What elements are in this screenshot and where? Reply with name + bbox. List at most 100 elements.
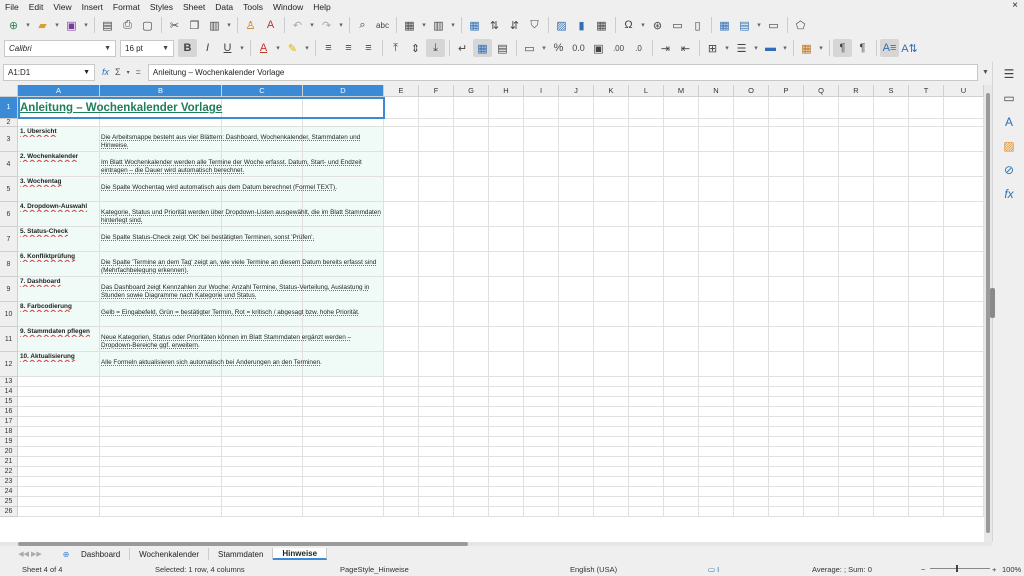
chevron-down-icon[interactable]: ▾ xyxy=(540,39,548,57)
row-header[interactable]: 11 xyxy=(0,327,18,352)
chevron-down-icon[interactable]: ▾ xyxy=(337,16,345,34)
sum-average[interactable]: Average: ; Sum: 0 xyxy=(812,565,872,574)
row-header[interactable]: 6 xyxy=(0,202,18,227)
column-header-i[interactable]: I xyxy=(524,85,559,97)
close-document-icon[interactable]: × xyxy=(1012,0,1018,11)
functions-icon[interactable]: fx xyxy=(993,182,1024,206)
chevron-down-icon[interactable]: ▾ xyxy=(308,16,316,34)
column-header-n[interactable]: N xyxy=(699,85,734,97)
chevron-down-icon[interactable]: ▾ xyxy=(817,39,825,57)
percent-format-icon[interactable]: % xyxy=(549,39,568,57)
cut-icon[interactable]: ✂ xyxy=(165,16,184,34)
row-header[interactable]: 8 xyxy=(0,252,18,277)
tab-dashboard[interactable]: Dashboard xyxy=(72,548,131,560)
properties-icon[interactable]: ▭ xyxy=(993,86,1024,110)
special-character-icon[interactable]: Ω xyxy=(619,16,638,34)
instruction-description[interactable]: Gelb = Eingabefeld, Grün = bestätigter T… xyxy=(101,309,383,326)
comment-icon[interactable]: ▭ xyxy=(668,16,687,34)
row-header[interactable]: 9 xyxy=(0,277,18,302)
clear-formatting-icon[interactable]: A xyxy=(261,16,280,34)
zoom-slider[interactable] xyxy=(930,565,990,572)
instruction-term[interactable]: 3. Wochentag xyxy=(20,178,100,187)
chevron-down-icon[interactable]: ▾ xyxy=(781,39,789,57)
row-header[interactable]: 18 xyxy=(0,427,18,437)
border-color-icon[interactable]: ▬ xyxy=(761,39,780,57)
center-vertically-icon[interactable]: ⇕ xyxy=(406,39,425,57)
column-header-j[interactable]: J xyxy=(559,85,594,97)
menu-edit[interactable]: Edit xyxy=(24,2,49,12)
row-header[interactable]: 1 xyxy=(0,97,18,119)
column-header-t[interactable]: T xyxy=(909,85,944,97)
instruction-term[interactable]: 2. Wochenkalender xyxy=(20,153,100,162)
chevron-down-icon[interactable]: ▾ xyxy=(53,16,61,34)
wrap-text-icon[interactable]: ↵ xyxy=(453,39,472,57)
text-vertical-icon[interactable]: A≡ xyxy=(880,39,899,57)
add-sheet-icon[interactable]: ⊕ xyxy=(60,550,72,559)
chevron-down-icon[interactable]: ▾ xyxy=(420,16,428,34)
column-icon[interactable]: ▥ xyxy=(429,16,448,34)
chevron-down-icon[interactable]: ▾ xyxy=(238,39,246,57)
row-header[interactable]: 14 xyxy=(0,387,18,397)
chevron-down-icon[interactable]: ▼ xyxy=(104,45,111,52)
chevron-down-icon[interactable]: ▼ xyxy=(83,69,90,76)
zoom-level[interactable]: 100% xyxy=(1002,565,1021,574)
insert-chart-icon[interactable]: ▮ xyxy=(572,16,591,34)
tab-stammdaten[interactable]: Stammdaten xyxy=(209,548,274,560)
font-size-combo[interactable]: 16 pt ▼ xyxy=(120,39,174,57)
borders-icon[interactable]: ⊞ xyxy=(703,39,722,57)
chevron-down-icon[interactable]: ▾ xyxy=(303,39,311,57)
freeze-panes-icon[interactable]: ▤ xyxy=(735,16,754,34)
headers-footers-icon[interactable]: ▯ xyxy=(688,16,707,34)
chevron-down-icon[interactable]: ▾ xyxy=(752,39,760,57)
chevron-down-icon[interactable]: ▾ xyxy=(723,39,731,57)
menu-file[interactable]: File xyxy=(0,2,24,12)
tab-wochenkalender[interactable]: Wochenkalender xyxy=(130,548,210,560)
menu-format[interactable]: Format xyxy=(108,2,145,12)
chevron-down-icon[interactable]: ▾ xyxy=(449,16,457,34)
instruction-term[interactable]: 10. Aktualisierung xyxy=(20,353,100,362)
instruction-term[interactable]: 8. Farbcodierung xyxy=(20,303,100,312)
align-center-icon[interactable]: ≡ xyxy=(339,39,358,57)
instruction-description[interactable]: Im Blatt Wochenkalender werden alle Term… xyxy=(101,159,383,176)
chevron-down-icon[interactable]: ▾ xyxy=(639,16,647,34)
column-header-e[interactable]: E xyxy=(384,85,419,97)
row-header[interactable]: 21 xyxy=(0,457,18,467)
horizontal-scroll-thumb[interactable] xyxy=(18,542,468,546)
conditional-format-icon[interactable]: ▦ xyxy=(797,39,816,57)
row-header[interactable]: 10 xyxy=(0,302,18,327)
row-header[interactable]: 5 xyxy=(0,177,18,202)
navigator-icon[interactable]: ⊘ xyxy=(993,158,1024,182)
row-header[interactable]: 17 xyxy=(0,417,18,427)
column-header-s[interactable]: S xyxy=(874,85,909,97)
horizontal-scrollbar[interactable] xyxy=(0,542,992,546)
add-decimal-icon[interactable]: .00 xyxy=(609,39,628,57)
instruction-term[interactable]: 7. Dashboard xyxy=(20,278,100,287)
sheet-navigation-icon[interactable]: ◀◀ ▶▶ xyxy=(0,548,60,560)
column-header-f[interactable]: F xyxy=(419,85,454,97)
print-icon[interactable]: ⎙ xyxy=(118,16,137,34)
row-header[interactable]: 2 xyxy=(0,119,18,127)
row-header[interactable]: 16 xyxy=(0,407,18,417)
chevron-down-icon[interactable]: ▾ xyxy=(24,16,32,34)
selection-mode-icon[interactable]: ▭ I xyxy=(708,565,719,574)
chevron-down-icon[interactable]: ▾ xyxy=(755,16,763,34)
formula-input[interactable]: Anleitung – Wochenkalender Vorlage xyxy=(147,63,978,81)
menu-styles[interactable]: Styles xyxy=(145,2,178,12)
instruction-term[interactable]: 6. Konfliktprüfung xyxy=(20,253,100,262)
sidebar-menu-icon[interactable]: ☰ xyxy=(993,62,1024,86)
column-header-g[interactable]: G xyxy=(454,85,489,97)
column-header-b[interactable]: B xyxy=(100,85,222,97)
sidebar-resize-handle[interactable] xyxy=(990,288,995,318)
paste-icon[interactable]: ▥ xyxy=(205,16,224,34)
insert-image-icon[interactable]: ▨ xyxy=(552,16,571,34)
column-header-d[interactable]: D xyxy=(303,85,384,97)
menu-tools[interactable]: Tools xyxy=(238,2,268,12)
italic-icon[interactable]: I xyxy=(198,39,217,57)
bold-icon[interactable]: B xyxy=(178,39,197,57)
font-color-icon[interactable]: A xyxy=(254,39,273,57)
gallery-icon[interactable]: ▨ xyxy=(993,134,1024,158)
column-header-k[interactable]: K xyxy=(594,85,629,97)
instruction-description[interactable]: Die Spalte Wochentag wird automatisch au… xyxy=(101,184,383,201)
row-header[interactable]: 19 xyxy=(0,437,18,447)
instruction-term[interactable]: 5. Status-Check xyxy=(20,228,100,237)
